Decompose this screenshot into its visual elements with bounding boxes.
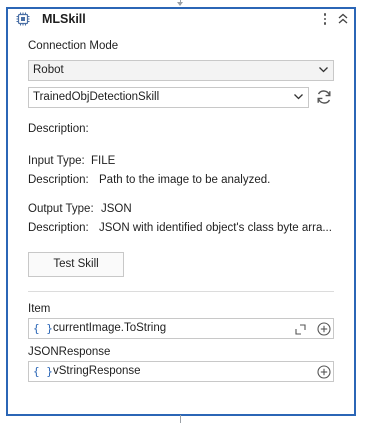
output-description-value: JSON with identified object's class byte…	[99, 222, 332, 234]
activity-header[interactable]: MLSkill	[8, 9, 354, 31]
connector-arrow-icon	[177, 2, 183, 6]
chevron-down-icon	[294, 94, 303, 100]
item-label: Item	[28, 303, 51, 315]
json-response-value: vStringResponse	[53, 365, 141, 377]
json-response-field[interactable]: { } vStringResponse	[28, 361, 334, 382]
activity-title: MLSkill	[42, 12, 86, 26]
add-variable-plus-icon[interactable]	[317, 322, 331, 336]
json-response-label: JSONResponse	[28, 346, 111, 358]
expression-braces-icon: { }	[33, 365, 53, 378]
section-divider	[28, 291, 334, 292]
expand-editor-icon[interactable]	[295, 324, 306, 335]
input-description-label: Description:	[28, 174, 89, 186]
expression-braces-icon: { }	[33, 322, 53, 335]
input-description-value: Path to the image to be analyzed.	[99, 174, 271, 186]
chevron-down-icon	[319, 67, 328, 73]
input-type-label: Input Type:	[28, 155, 85, 167]
connection-mode-value: Robot	[33, 64, 64, 76]
refresh-icon[interactable]	[315, 88, 333, 106]
skill-dropdown[interactable]: TrainedObjDetectionSkill	[28, 87, 309, 108]
output-type-value: JSON	[101, 203, 132, 215]
connector-line-bottom	[180, 415, 181, 423]
ml-skill-icon	[16, 12, 30, 26]
input-type-value: FILE	[91, 155, 116, 167]
skill-value: TrainedObjDetectionSkill	[33, 91, 160, 103]
designer-canvas: MLSkill Connection Mode Robot TrainedObj…	[0, 0, 367, 423]
connection-mode-label: Connection Mode	[28, 40, 119, 52]
item-field[interactable]: { } currentImage.ToString	[28, 318, 334, 339]
output-description-label: Description:	[28, 222, 89, 234]
item-value: currentImage.ToString	[53, 322, 167, 334]
skill-description-label: Description:	[28, 123, 89, 135]
output-type-label: Output Type:	[28, 203, 94, 215]
test-skill-button[interactable]: Test Skill	[28, 252, 124, 277]
kebab-menu-icon[interactable]	[320, 11, 330, 27]
add-variable-plus-icon[interactable]	[317, 365, 331, 379]
connection-mode-dropdown[interactable]: Robot	[28, 60, 334, 81]
collapse-chevron-up-icon[interactable]	[335, 10, 351, 28]
ml-skill-activity[interactable]: MLSkill Connection Mode Robot TrainedObj…	[6, 7, 356, 416]
